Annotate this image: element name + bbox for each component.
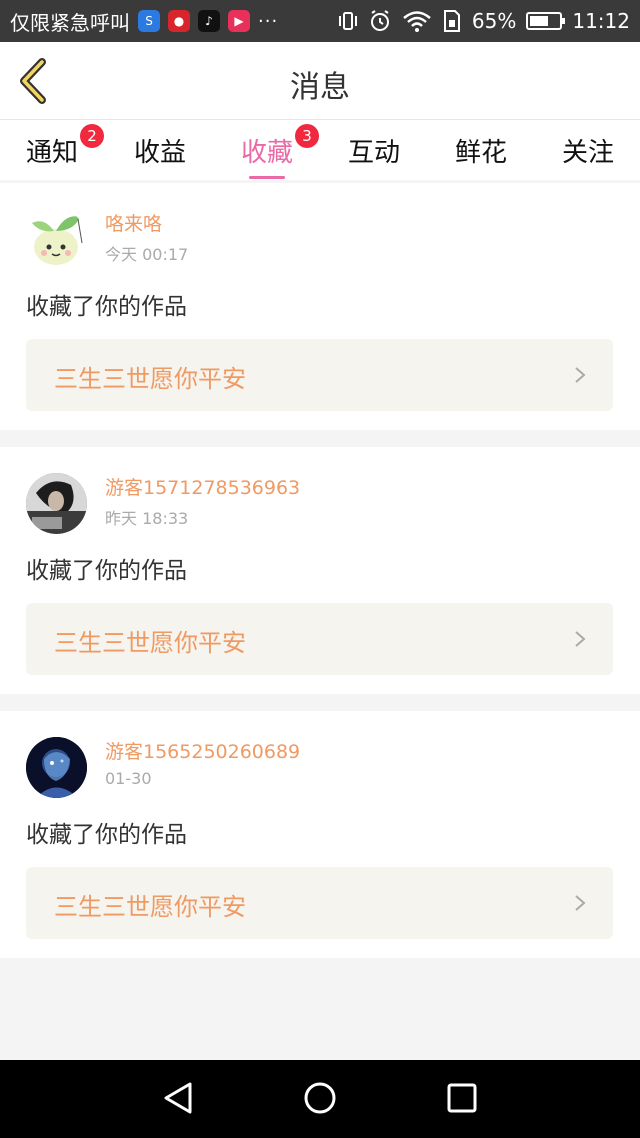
video-app-icon: ▶	[228, 10, 250, 32]
vibrate-icon	[338, 12, 357, 30]
nav-recents-icon[interactable]	[442, 1078, 482, 1118]
message-time: 今天 00:17	[105, 245, 189, 264]
header-bar: 消息	[0, 42, 640, 120]
username[interactable]: 游客1571278536963	[105, 473, 300, 500]
system-nav-bar	[0, 1060, 640, 1138]
avatar[interactable]	[26, 737, 87, 798]
tab-label: 互动	[348, 138, 401, 168]
username[interactable]: 游客1565250260689	[105, 737, 300, 764]
sim-icon	[443, 10, 460, 32]
alarm-icon	[370, 10, 389, 31]
work-link[interactable]: 三生三世愿你平安	[26, 603, 613, 675]
avatar[interactable]	[26, 473, 87, 534]
tab-label: 收藏	[241, 138, 294, 168]
tab-notifications[interactable]: 通知 2	[26, 124, 105, 169]
username[interactable]: 咯来咯	[105, 209, 162, 236]
active-tab-indicator	[249, 176, 286, 179]
message-card: 游客1565250260689 01-30 收藏了你的作品 三生三世愿你平安	[0, 711, 640, 958]
tab-label: 鲜花	[455, 138, 508, 168]
message-time: 昨天 18:33	[105, 509, 189, 528]
page-title: 消息	[290, 70, 350, 105]
unread-badge: 3	[295, 124, 320, 148]
work-title: 三生三世愿你平安	[54, 893, 246, 921]
chevron-right-icon	[575, 895, 586, 911]
nav-back-icon[interactable]	[158, 1078, 198, 1118]
tab-bar: 通知 2 收益 收藏 3 互动 鲜花 关注	[0, 120, 640, 180]
work-link[interactable]: 三生三世愿你平安	[26, 339, 613, 411]
clock-time: 11:12	[572, 9, 630, 33]
chevron-right-icon	[575, 631, 586, 647]
carrier-text: 仅限紧急呼叫	[10, 10, 130, 35]
battery-icon	[526, 12, 566, 30]
more-notifications-icon: ···	[258, 10, 279, 32]
message-card: 游客1571278536963 昨天 18:33 收藏了你的作品 三生三世愿你平…	[0, 447, 640, 694]
shield-app-icon: S	[138, 10, 160, 32]
tab-flowers[interactable]: 鲜花	[455, 132, 507, 169]
tiktok-app-icon: ♪	[198, 10, 220, 32]
battery-percent: 65%	[471, 9, 517, 33]
message-time: 01-30	[105, 769, 152, 788]
chevron-right-icon	[575, 367, 586, 383]
tab-earnings[interactable]: 收益	[134, 132, 186, 169]
work-title: 三生三世愿你平安	[54, 629, 246, 657]
tab-interactions[interactable]: 互动	[348, 132, 400, 169]
tab-label: 通知	[26, 138, 79, 168]
work-link[interactable]: 三生三世愿你平安	[26, 867, 613, 939]
action-text: 收藏了你的作品	[26, 294, 187, 320]
news-app-icon: ●	[168, 10, 190, 32]
tab-favorites[interactable]: 收藏 3	[241, 124, 320, 179]
nav-home-icon[interactable]	[300, 1078, 340, 1118]
tab-following[interactable]: 关注	[562, 132, 614, 169]
message-card: 咯来咯 今天 00:17 收藏了你的作品 三生三世愿你平安	[0, 183, 640, 430]
avatar[interactable]	[26, 209, 87, 270]
tab-label: 关注	[562, 138, 615, 168]
unread-badge: 2	[80, 124, 105, 148]
action-text: 收藏了你的作品	[26, 822, 187, 848]
wifi-icon	[403, 11, 431, 32]
tab-label: 收益	[134, 138, 187, 168]
work-title: 三生三世愿你平安	[54, 365, 246, 393]
status-bar: 仅限紧急呼叫 S ● ♪ ▶ ··· 65% 11:12	[0, 0, 640, 42]
action-text: 收藏了你的作品	[26, 558, 187, 584]
